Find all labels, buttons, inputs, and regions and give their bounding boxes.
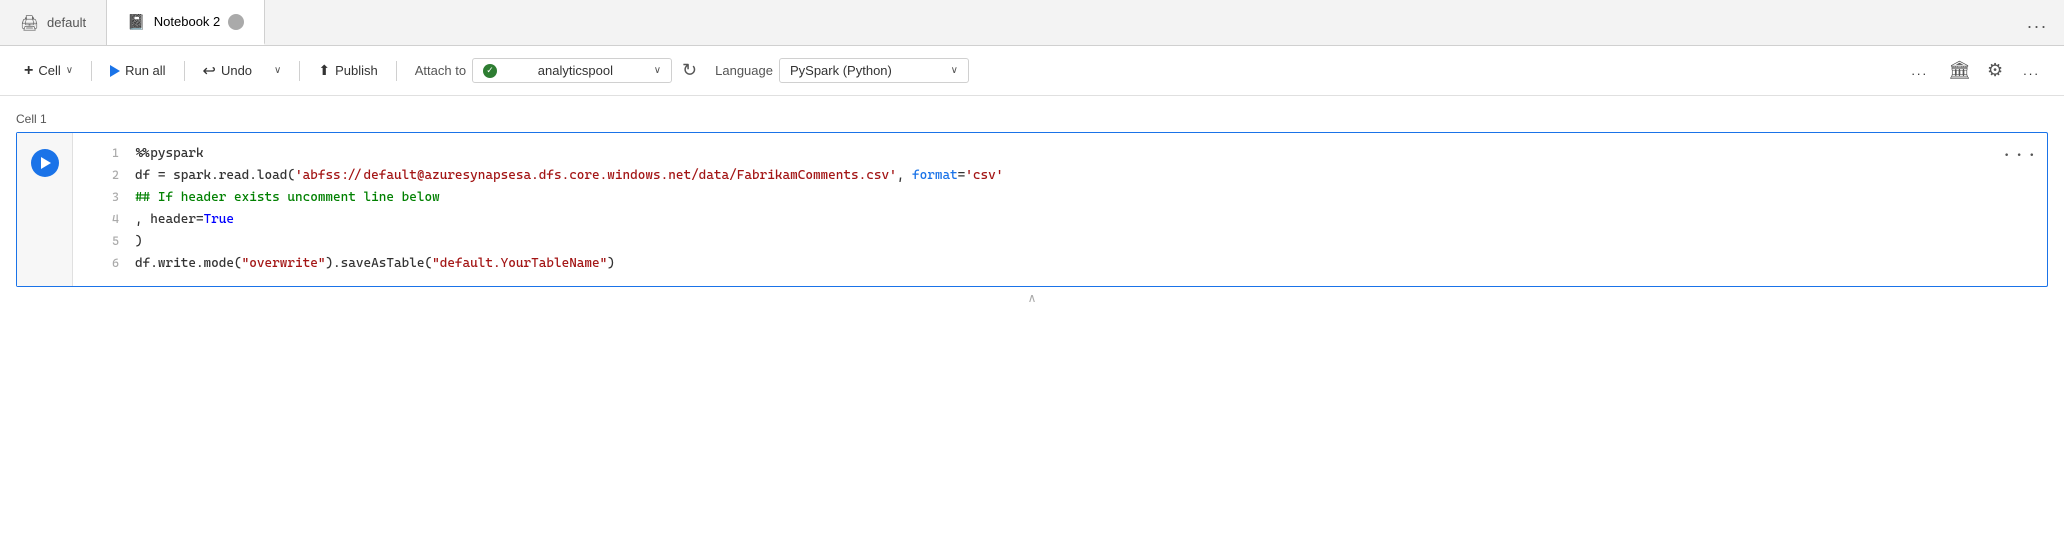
cell-run-area[interactable] — [17, 133, 73, 286]
separator-1 — [91, 61, 92, 81]
tab-list: 🖨 default 📓 Notebook 2 — [0, 0, 265, 45]
refresh-icon: ↻ — [682, 60, 697, 80]
line-number-4: 4 — [89, 209, 119, 229]
language-chevron-icon: ∨ — [951, 65, 958, 76]
run-all-play-icon — [110, 65, 120, 77]
table-icon: 🏛 — [1948, 60, 1971, 80]
analytics-pool-label: analyticspool — [538, 63, 613, 78]
line-number-6: 6 — [89, 253, 119, 273]
code-line-3: 3 ## If header exists uncomment line bel… — [89, 187, 2031, 209]
tab-notebook2-label: Notebook 2 — [154, 14, 221, 29]
tab-notebook2[interactable]: 📓 Notebook 2 — [107, 0, 265, 45]
cell-button[interactable]: + Cell ∨ — [16, 57, 81, 85]
code-line-6-part-2: "overwrite" — [242, 253, 326, 275]
line-number-1: 1 — [89, 143, 119, 163]
code-line-5-text: ) — [135, 231, 143, 253]
cell-number-label: Cell 1 — [16, 112, 2048, 126]
notebook2-tab-icon: 📓 — [127, 13, 146, 31]
code-line-2-part-1: df = spark.read.load( — [135, 165, 295, 187]
run-all-label: Run all — [125, 63, 165, 78]
tab-default-label: default — [47, 15, 86, 30]
separator-4 — [396, 61, 397, 81]
code-line-4-part-1: , header= — [135, 209, 204, 231]
code-line-4: 4 , header=True — [89, 209, 2031, 231]
default-tab-icon: 🖨 — [20, 14, 39, 32]
code-line-2: 2 df = spark.read.load('abfss://default@… — [89, 165, 2031, 187]
code-line-4-part-2: True — [204, 209, 234, 231]
undo-icon: ↩ — [203, 61, 216, 81]
cell-play-arrow-icon — [41, 157, 51, 169]
code-line-2-part-2: 'abfss://default@azuresynapsesa.dfs.core… — [295, 165, 897, 187]
cell-chevron-icon: ∨ — [66, 65, 73, 76]
line-number-3: 3 — [89, 187, 119, 207]
code-line-6-part-3: ).saveAsTable( — [325, 253, 432, 275]
undo-button[interactable]: ↩ Undo — [195, 56, 260, 86]
settings-icon: ⚙ — [1987, 60, 2003, 80]
undo-label: Undo — [221, 63, 252, 78]
undo-chevron-icon: ∨ — [274, 65, 281, 76]
attach-to-label: Attach to — [415, 63, 466, 78]
code-line-1: 1 %%pyspark — [89, 143, 2031, 165]
run-all-button[interactable]: Run all — [102, 58, 173, 83]
publish-icon: ⬆ — [318, 62, 330, 79]
attach-to-dropdown[interactable]: analyticspool ∨ — [472, 58, 672, 83]
cell-play-button[interactable] — [31, 149, 59, 177]
toolbar-right: ... 🏛 ⚙ ... — [1903, 56, 2048, 85]
separator-2 — [184, 61, 185, 81]
tab-notebook2-close[interactable] — [228, 14, 244, 30]
language-label: Language — [715, 63, 773, 78]
cell-label: Cell — [38, 63, 60, 78]
cell-collapse-bar[interactable]: ∧ — [16, 287, 2048, 309]
language-dropdown[interactable]: PySpark (Python) ∨ — [779, 58, 969, 83]
toolbar: + Cell ∨ Run all ↩ Undo ∨ ⬆ Publish Atta… — [0, 46, 2064, 96]
cell-code-editor[interactable]: ··· 1 %%pyspark 2 df = spark.read.load('… — [73, 133, 2047, 286]
code-line-6: 6 df.write.mode("overwrite").saveAsTable… — [89, 253, 2031, 275]
pyspark-label: PySpark (Python) — [790, 63, 892, 78]
tab-bar: 🖨 default 📓 Notebook 2 ... — [0, 0, 2064, 46]
code-line-1-text: %%pyspark — [135, 143, 204, 165]
line-number-2: 2 — [89, 165, 119, 185]
plus-icon: + — [24, 62, 33, 80]
tab-default[interactable]: 🖨 default — [0, 0, 107, 45]
settings-button[interactable]: ⚙ — [1983, 56, 2007, 85]
code-line-2-part-4: format — [912, 165, 958, 187]
code-line-6-part-1: df.write.mode( — [135, 253, 242, 275]
cell-more-button[interactable]: ··· — [2001, 141, 2039, 172]
attach-chevron-icon: ∨ — [654, 65, 661, 76]
overflow-icon: ... — [2023, 63, 2040, 78]
refresh-button[interactable]: ↻ — [678, 56, 701, 85]
code-line-2-part-6: 'csv' — [965, 165, 1003, 187]
collapse-arrow-icon: ∧ — [1028, 291, 1037, 305]
code-line-2-part-5: = — [958, 165, 966, 187]
line-number-5: 5 — [89, 231, 119, 251]
code-line-5: 5 ) — [89, 231, 2031, 253]
code-line-6-part-4: "default.YourTableName" — [432, 253, 607, 275]
pool-status-icon — [483, 64, 497, 78]
publish-button[interactable]: ⬆ Publish — [310, 57, 385, 84]
code-line-3-text: ## If header exists uncomment line below — [135, 187, 440, 209]
tab-bar-right: ... — [2027, 12, 2064, 33]
cell-1: ··· 1 %%pyspark 2 df = spark.read.load('… — [16, 132, 2048, 287]
toolbar-ellipsis-icon: ... — [1911, 63, 1928, 78]
code-line-6-part-5: ) — [607, 253, 615, 275]
notebook-content: Cell 1 ··· 1 %%pyspark 2 df = spark.read… — [0, 96, 2064, 325]
toolbar-overflow-button[interactable]: ... — [2015, 58, 2048, 83]
toolbar-more-button[interactable]: ... — [1903, 58, 1936, 83]
code-line-2-part-3: , — [897, 165, 912, 187]
publish-label: Publish — [335, 63, 378, 78]
separator-3 — [299, 61, 300, 81]
undo-chevron-button[interactable]: ∨ — [266, 60, 289, 81]
data-icon-button[interactable]: 🏛 — [1944, 56, 1975, 85]
tab-bar-more-button[interactable]: ... — [2027, 12, 2048, 33]
